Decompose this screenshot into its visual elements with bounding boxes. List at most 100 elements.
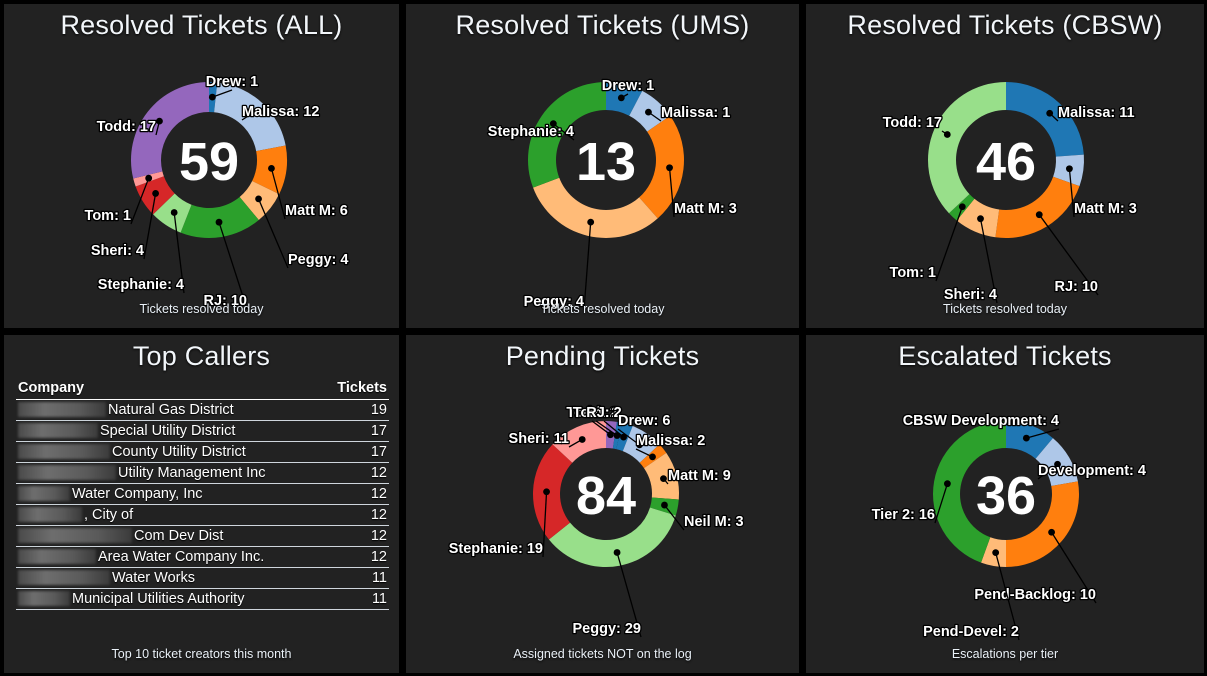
slice-label: Malissa: 1 (661, 105, 730, 121)
panel-footer: Tickets resolved today (540, 302, 665, 316)
company-name: Com Dev Dist (134, 528, 224, 545)
leader-dot (660, 475, 667, 483)
center-total: 84 (576, 466, 636, 526)
table-row[interactable]: County Utility District 17 (16, 441, 389, 463)
cell-tickets: 17 (323, 420, 389, 442)
table-row[interactable]: Natural Gas District 19 (16, 399, 389, 421)
table-row[interactable]: Com Dev Dist 12 (16, 525, 389, 547)
slice-label: Development: 4 (1038, 463, 1146, 479)
cell-tickets: 11 (323, 588, 389, 610)
slice-label: Matt M: 9 (668, 468, 731, 484)
slice-label: Drew: 1 (206, 74, 258, 90)
cell-company: Municipal Utilities Authority (16, 588, 324, 610)
redacted-company-prefix (18, 569, 110, 585)
slice-label: Pend-Devel: 2 (923, 624, 1019, 640)
slice-label: Matt M: 3 (1074, 201, 1137, 217)
table-row[interactable]: Utility Management Inc 12 (16, 462, 389, 484)
panel-resolved-ums: Resolved Tickets (UMS) Drew: 1 Malissa: 1… (406, 4, 799, 328)
panel-title: Resolved Tickets (CBSW) (847, 10, 1163, 40)
donut-chart-resolved-cbsw[interactable]: Malissa: 11 Matt M: 3 RJ: 10 Sheri: 4 Tom: 1… (806, 40, 1204, 304)
leader-dot (1048, 528, 1055, 536)
panel-footer: Tickets resolved today (139, 302, 264, 316)
center-total: 36 (976, 466, 1036, 526)
cell-tickets: 12 (323, 525, 389, 547)
table-row[interactable]: Water Company, Inc 12 (16, 483, 389, 505)
redacted-company-prefix (18, 590, 70, 606)
leader-dot (992, 549, 1000, 556)
panel-title: Top Callers (132, 341, 271, 371)
leader-dot (578, 436, 586, 443)
leader-dot (170, 209, 178, 216)
slice-label: Malissa: 12 (242, 104, 319, 120)
company-name: Water Works (112, 570, 195, 587)
table-row[interactable]: Water Works 11 (16, 567, 389, 589)
slice-label: Todd: 17 (883, 115, 942, 131)
cell-company: Water Company, Inc (16, 483, 324, 505)
top-callers-table: Company Tickets Natural Gas District 19 Sp… (16, 379, 389, 610)
redacted-company-prefix (18, 527, 132, 543)
slice-label: Matt M: 3 (674, 201, 737, 217)
cell-company: Com Dev Dist (16, 525, 324, 547)
panel-footer: Assigned tickets NOT on the log (513, 647, 692, 661)
donut-chart-pending[interactable]: Todd: 2 Tom: 1 RJ: 2 Drew: 6 Malissa: 2 Matt … (406, 371, 799, 639)
donut-chart-escalated[interactable]: CBSW Development: 4 Development: 4 Pend-Ba… (806, 371, 1204, 642)
column-header-company[interactable]: Company (16, 379, 324, 400)
donut-chart-resolved-all[interactable]: Drew: 1 Malissa: 12 Matt M: 6 Peggy: 4 RJ: 1… (4, 40, 399, 311)
table-row[interactable]: Area Water Company Inc. 12 (16, 546, 389, 568)
table-row[interactable]: , City of 12 (16, 504, 389, 526)
slice-label: Neil M: 3 (684, 514, 744, 530)
donut-svg: Drew: 1Malissa: 1Matt M: 3Peggy: 4Stepha… (486, 77, 738, 312)
cell-company: Water Works (16, 567, 324, 589)
table-head: Company Tickets (16, 379, 389, 400)
leader-dot (215, 218, 223, 226)
panel-title: Pending Tickets (505, 341, 700, 371)
center-total: 59 (179, 132, 239, 192)
table-row[interactable]: Municipal Utilities Authority 11 (16, 588, 389, 610)
table-header-row: Company Tickets (16, 379, 389, 400)
table-row[interactable]: Special Utility District 17 (16, 420, 389, 442)
dashboard-grid: Resolved Tickets (ALL) Drew: 1 Malissa: 1… (0, 0, 1207, 676)
leader-line (257, 198, 289, 269)
slice-label: Sheri: 4 (944, 287, 997, 303)
column-header-tickets[interactable]: Tickets (323, 379, 389, 400)
leader-dot (944, 480, 951, 488)
leader-dot (152, 190, 159, 197)
leader-dot (1035, 211, 1043, 219)
cell-company: Natural Gas District (16, 399, 324, 421)
slice-label: Peggy: 4 (288, 252, 348, 268)
redacted-company-prefix (18, 464, 116, 480)
cell-tickets: 12 (323, 483, 389, 505)
slice-label: Stephanie: 4 (488, 124, 574, 140)
panel-footer: Tickets resolved today (943, 302, 1067, 316)
leader-dot (943, 131, 951, 138)
cell-company: , City of (16, 504, 324, 526)
leader-dot (156, 117, 163, 125)
leader-dot (268, 164, 275, 172)
slice-label: Tom: 1 (890, 265, 936, 281)
leader-dot (661, 501, 668, 509)
panel-title: Resolved Tickets (UMS) (455, 10, 750, 40)
panel-top-callers: Top Callers Company Tickets Natural Gas … (4, 335, 399, 673)
company-name: Water Company, Inc (72, 486, 203, 503)
donut-svg: Todd: 2Tom: 1RJ: 2Drew: 6Malissa: 2Matt … (447, 404, 745, 639)
donut-slice[interactable] (533, 444, 573, 540)
company-name: , City of (84, 507, 134, 524)
table-body: Natural Gas District 19 Special Utility Di… (16, 399, 389, 610)
leader-dot (977, 215, 984, 223)
leader-dot (613, 549, 621, 556)
panel-title: Escalated Tickets (898, 341, 1112, 371)
leader-dot (649, 453, 656, 461)
slice-label: RJ: 10 (1054, 279, 1098, 295)
leader-dot (666, 164, 673, 172)
cell-tickets: 12 (323, 504, 389, 526)
cell-company: Utility Management Inc (16, 462, 324, 484)
slice-label: Drew: 6 (618, 413, 670, 429)
panel-pending-tickets: Pending Tickets Todd: 2 Tom: 1 RJ: 2 Drew: … (406, 335, 799, 673)
leader-dot (1046, 109, 1054, 117)
redacted-company-prefix (18, 443, 110, 459)
redacted-company-prefix (18, 506, 82, 522)
donut-chart-resolved-ums[interactable]: Drew: 1 Malissa: 1 Matt M: 3 Peggy: 4 Stepha… (406, 40, 799, 312)
panel-title: Resolved Tickets (ALL) (60, 10, 343, 40)
leader-dot (958, 203, 966, 211)
cell-tickets: 12 (323, 546, 389, 568)
